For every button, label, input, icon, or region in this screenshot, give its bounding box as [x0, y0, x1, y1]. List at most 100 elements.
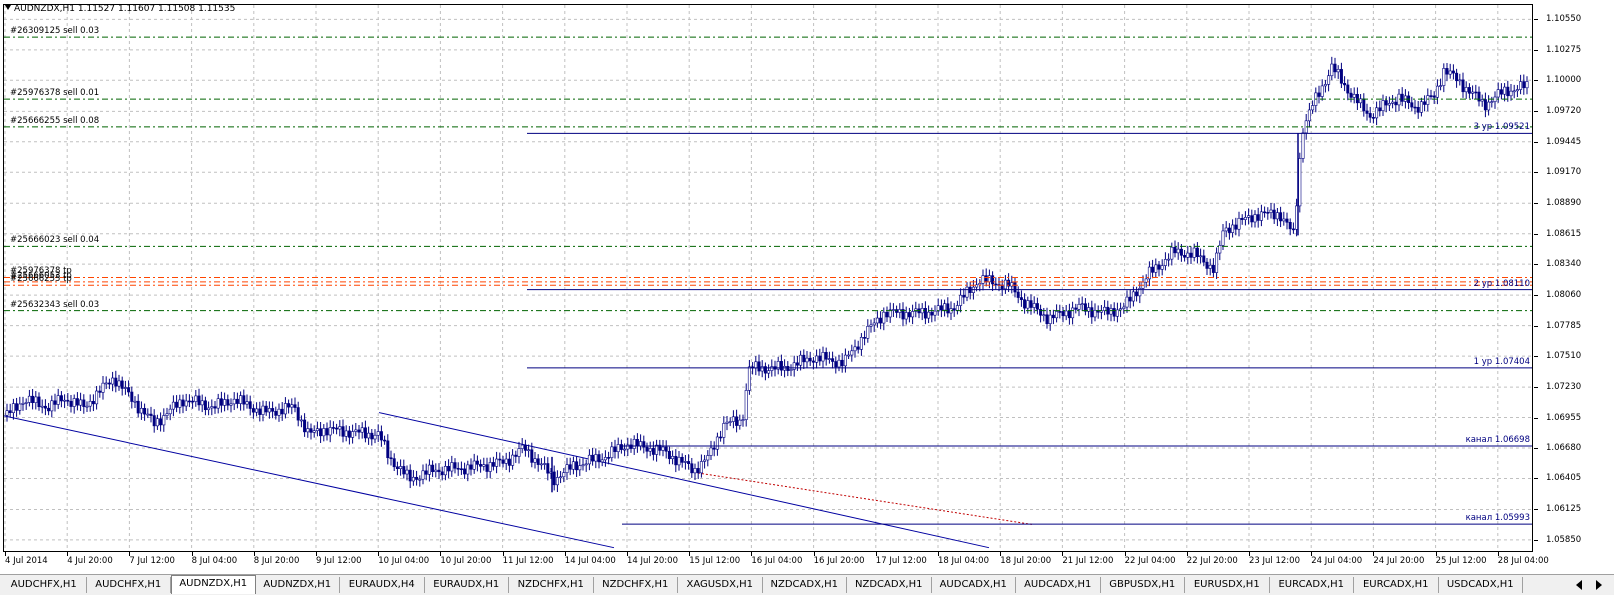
candle-body — [101, 382, 105, 393]
candle-body — [1298, 158, 1302, 207]
candle-body — [831, 358, 835, 362]
candle-body — [379, 431, 383, 441]
candle-body — [1458, 79, 1462, 82]
candle-body — [459, 468, 463, 471]
chart-plot-area[interactable] — [3, 4, 1533, 552]
scroll-left-icon[interactable] — [1576, 580, 1582, 590]
dropdown-triangle-icon[interactable] — [5, 5, 11, 10]
candle-body — [1279, 212, 1283, 222]
chart-tab[interactable]: AUDCADX,H1 — [932, 577, 1016, 593]
candle-body — [1167, 258, 1171, 261]
candle-body — [363, 427, 367, 439]
price-tick-label: 1.07785 — [1533, 320, 1582, 331]
chart-tab[interactable]: AUDNZDX,H1 — [171, 575, 256, 594]
level-line-label: канал 1.06698 — [1465, 435, 1530, 445]
chart-tab[interactable]: EURCADX,H1 — [1354, 577, 1439, 593]
chart-tab[interactable]: AUDNZDX,H1 — [256, 577, 340, 593]
candle-body — [40, 405, 44, 408]
candle-body — [427, 464, 431, 475]
chart-tab[interactable]: EURAUDX,H4 — [340, 577, 425, 593]
candle-body — [539, 463, 543, 466]
candle-body — [1464, 87, 1468, 93]
candle-body — [927, 311, 931, 319]
candle-body — [533, 458, 537, 463]
chart-tab[interactable]: NZDCADX,H1 — [763, 577, 847, 593]
candle-body — [1343, 83, 1347, 86]
chart-tab[interactable]: AUDCHFX,H1 — [2, 577, 87, 593]
candle-body — [47, 407, 51, 412]
time-tick-label: 11 Jul 12:00 — [502, 552, 554, 566]
candle-body — [856, 346, 860, 350]
candle-body — [1330, 63, 1334, 77]
candle-body — [651, 448, 655, 455]
time-tick-label: 16 Jul 20:00 — [813, 552, 865, 566]
chart-tab[interactable]: NZDCHFX,H1 — [509, 577, 594, 593]
chart-tab[interactable]: EURUSDX,H1 — [1185, 577, 1270, 593]
chart-tab[interactable]: NZDCADX,H1 — [847, 577, 932, 593]
candle-body — [463, 468, 467, 475]
candle-body — [661, 446, 665, 451]
candle-body — [1074, 307, 1078, 310]
candle-body — [370, 432, 374, 440]
chart-tab[interactable]: EURAUDX,H1 — [425, 577, 509, 593]
candle-body — [811, 360, 815, 363]
candle-body — [306, 428, 310, 433]
candle-body — [818, 355, 822, 362]
order-line-label: #25632343 sell 0.03 — [10, 299, 100, 310]
candle-body — [696, 468, 700, 474]
candle-body — [511, 454, 515, 466]
order-line-label: #25666255 sell 0.08 — [10, 115, 100, 126]
candle-body — [194, 395, 198, 402]
candle-body — [1266, 212, 1270, 214]
candle-body — [1186, 252, 1190, 258]
candle-body — [648, 448, 652, 452]
candle-body — [1013, 282, 1017, 293]
candle-body — [863, 337, 867, 339]
candle-body — [312, 430, 316, 433]
candle-body — [706, 455, 710, 461]
candle-body — [943, 303, 947, 311]
candle-body — [559, 476, 563, 479]
price-tick-label: 1.09170 — [1533, 167, 1582, 178]
candle-body — [1471, 91, 1475, 94]
chart-tab[interactable]: USDCADX,H1 — [1439, 577, 1523, 593]
candle-body — [159, 418, 163, 426]
candle-body — [1416, 106, 1420, 113]
candle-body — [1311, 105, 1315, 111]
candle-body — [95, 390, 99, 405]
candle-body — [946, 303, 950, 314]
price-chart[interactable] — [4, 5, 1532, 551]
chart-tab[interactable]: XAGUSDX,H1 — [678, 577, 763, 593]
candle-body — [789, 369, 793, 371]
candle-body — [399, 466, 403, 469]
candle-body — [1131, 291, 1135, 302]
price-tick-label: 1.08340 — [1533, 259, 1582, 270]
candle-body — [1288, 222, 1292, 230]
candle-body — [50, 400, 54, 412]
candle-body — [1269, 209, 1273, 213]
candle-body — [1003, 279, 1007, 290]
chart-tab[interactable]: NZDCHFX,H1 — [594, 577, 678, 593]
candle-body — [1455, 72, 1459, 82]
candle-body — [1067, 310, 1071, 319]
scroll-right-icon[interactable] — [1596, 580, 1602, 590]
candle-body — [834, 361, 838, 368]
candle-body — [75, 398, 79, 406]
candle-body — [1474, 91, 1478, 94]
candle-body — [395, 466, 399, 469]
chart-tab[interactable]: AUDCADX,H1 — [1016, 577, 1101, 593]
time-tick-label: 18 Jul 04:00 — [938, 552, 989, 566]
time-tick-label: 22 Jul 04:00 — [1124, 552, 1176, 566]
candle-body — [1237, 217, 1241, 230]
candle-body — [1157, 264, 1161, 270]
candle-body — [1071, 307, 1075, 319]
candle-body — [821, 352, 825, 362]
candle-body — [1023, 299, 1027, 309]
candle-body — [255, 408, 259, 413]
chart-tab[interactable]: AUDCHFX,H1 — [87, 577, 171, 593]
candle-body — [847, 354, 851, 357]
chart-tab[interactable]: GBPUSDX,H1 — [1101, 577, 1185, 593]
candle-body — [98, 390, 102, 393]
candle-body — [1525, 81, 1529, 89]
chart-tab[interactable]: EURCADX,H1 — [1270, 577, 1354, 593]
